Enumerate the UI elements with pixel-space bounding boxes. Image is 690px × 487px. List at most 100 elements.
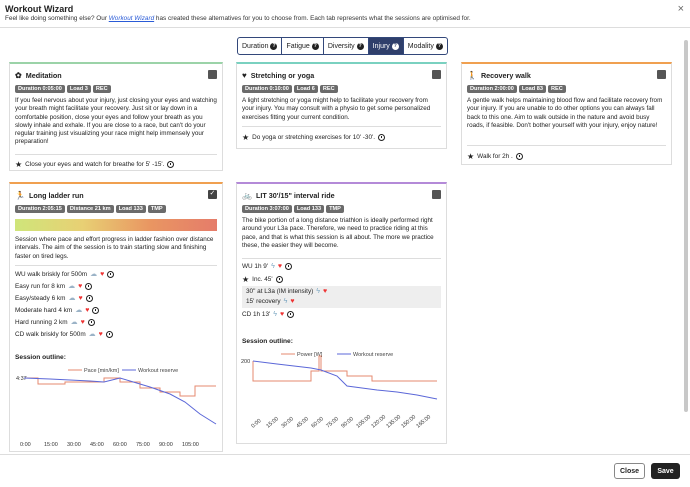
session-card-recovery-walk[interactable]: 🚶 Recovery walk Duration 2:00:00 Load 83 …: [461, 62, 672, 165]
workout-wizard-link[interactable]: Workout Wizard: [109, 15, 154, 22]
tip-row: ★ Close your eyes and watch for breathe f…: [15, 160, 175, 169]
load-badge: Load 83: [518, 85, 546, 93]
clock-icon: [287, 311, 295, 318]
x-tick: 75:00: [136, 442, 150, 448]
heart-icon: ♥: [242, 71, 247, 80]
clock-icon: [275, 276, 283, 283]
tab-label: Injury: [372, 42, 390, 50]
step-row: 15' recovery ϟ ♥: [246, 298, 294, 305]
tip-text: Do yoga or stretching exercises for 10' …: [252, 134, 376, 141]
save-button[interactable]: Save: [651, 463, 680, 479]
tip-row: ★ Do yoga or stretching exercises for 10'…: [242, 133, 386, 142]
dialog-subtitle: Feel like doing something else? Our Work…: [5, 15, 471, 22]
clock-icon: [284, 263, 292, 270]
step-text: WU 1h 9': [242, 263, 269, 270]
type-badge: REC: [92, 85, 111, 93]
tip-text: Walk for 2h .: [477, 153, 513, 160]
help-icon[interactable]: ?: [391, 42, 399, 50]
session-outline-chart: Power [W] Workout reserve 200 0:00 15:00…: [241, 352, 438, 430]
close-button[interactable]: Close: [614, 463, 645, 479]
duration-badge: Duration 0:05:00: [15, 85, 65, 93]
load-badge: Load 3: [66, 85, 91, 93]
duration-badge: Duration 2:05:15: [15, 205, 65, 213]
x-tick: 165:00: [415, 414, 432, 429]
card-title-text: Stretching or yoga: [250, 71, 315, 80]
x-tick: 30:00: [280, 416, 294, 429]
session-card-long-ladder-run[interactable]: 🏃Long ladder run Duration 2:05:15 Distan…: [9, 182, 223, 452]
clock-icon: [107, 270, 115, 278]
close-icon[interactable]: ×: [678, 3, 684, 15]
y-axis-label: 200: [241, 359, 250, 365]
select-checkbox[interactable]: [208, 189, 217, 199]
type-badge: TMP: [326, 205, 344, 213]
walking-icon: 🚶: [467, 71, 477, 80]
step-text: CD walk briskly for 500m: [15, 330, 86, 338]
session-card-meditation[interactable]: ✿ Meditation Duration 0:05:00 Load 3 REC …: [9, 62, 223, 171]
intensity-gradient-bar: [15, 219, 217, 231]
tab-diversity[interactable]: Diversity?: [322, 37, 369, 55]
x-tick: 105:00: [182, 442, 199, 448]
cloud-icon: ☁: [90, 271, 98, 278]
cloud-icon: ☁: [68, 295, 76, 302]
cloud-icon: ☁: [75, 307, 83, 314]
badge-row: Duration 2:05:15 Distance 21 km Load 133…: [15, 205, 166, 213]
step-row: Hard running 2 km ☁ ♥: [15, 318, 95, 326]
tab-fatigue[interactable]: Fatigue?: [281, 37, 324, 55]
session-card-lit-interval-ride[interactable]: 🚲 LIT 30'/15" interval ride Duration 3:07…: [236, 182, 447, 444]
step-row: 30" at L3a (IM intensity) ϟ ♥: [246, 288, 327, 295]
select-checkbox[interactable]: [432, 70, 441, 79]
select-checkbox[interactable]: [657, 70, 666, 79]
select-checkbox[interactable]: [432, 190, 441, 199]
heart-icon: ♥: [100, 270, 105, 278]
tab-injury[interactable]: Injury?: [367, 37, 404, 55]
step-row: WU 1h 9' ϟ ♥: [242, 263, 292, 270]
dialog-title: Workout Wizard: [5, 4, 74, 14]
bolt-icon: ϟ: [283, 298, 288, 305]
tab-modality[interactable]: Modality?: [402, 37, 448, 55]
optimisation-tabs: Duration? Fatigue? Diversity? Injury? Mo…: [237, 37, 448, 55]
load-badge: Load 133: [293, 205, 325, 213]
tab-label: Fatigue: [286, 42, 310, 50]
step-row: CD 1h 13' ϟ ♥: [242, 311, 295, 318]
card-title: 🚶 Recovery walk: [467, 71, 531, 80]
heart-icon: ♥: [78, 294, 83, 302]
badge-row: Duration 0:10:00 Load 6 REC: [242, 85, 338, 93]
card-description: If you feel nervous about your injury, j…: [15, 97, 217, 146]
help-icon[interactable]: ?: [311, 42, 319, 50]
power-series-line: [252, 355, 437, 382]
help-icon[interactable]: ?: [435, 42, 443, 50]
step-text: Hard running 2 km: [15, 318, 68, 326]
badge-row: Duration 0:05:00 Load 3 REC: [15, 85, 111, 93]
x-tick: 135:00: [385, 414, 402, 429]
tab-label: Diversity: [327, 42, 355, 50]
workout-reserve-series-line: [23, 377, 217, 425]
heart-icon: ♥: [78, 282, 83, 290]
step-text: Easy/steady 6 km: [15, 294, 66, 302]
step-text: CD 1h 13': [242, 311, 271, 318]
duration-badge: Duration 2:00:00: [467, 85, 517, 93]
card-title-text: Recovery walk: [480, 71, 531, 80]
pace-series-line: [24, 377, 216, 397]
session-card-stretching[interactable]: ♥ Stretching or yoga Duration 0:10:00 Loa…: [236, 62, 447, 149]
star-icon: ★: [242, 133, 250, 142]
x-tick: 75:00: [325, 416, 339, 429]
session-outline-title: Session outline:: [242, 338, 293, 345]
duration-badge: Duration 0:10:00: [242, 85, 292, 93]
tab-duration[interactable]: Duration?: [237, 37, 283, 55]
help-icon[interactable]: ?: [356, 42, 364, 50]
star-icon: ★: [15, 160, 23, 169]
step-text: 30" at L3a (IM intensity): [246, 288, 314, 295]
step-text: WU walk briskly for 500m: [15, 270, 88, 278]
distance-badge: Distance 21 km: [66, 205, 114, 213]
tab-label: Modality: [407, 42, 434, 50]
card-title: ✿ Meditation: [15, 71, 62, 80]
select-checkbox[interactable]: [208, 70, 217, 79]
card-description: The bike portion of a long distance tria…: [242, 217, 434, 249]
help-icon[interactable]: ?: [270, 42, 278, 50]
divider: [242, 258, 441, 259]
workout-wizard-dialog: Workout Wizard Feel like doing something…: [0, 0, 690, 487]
badge-row: Duration 2:00:00 Load 83 REC: [467, 85, 566, 93]
step-text: Moderate hard 4 km: [15, 306, 73, 314]
type-badge: REC: [319, 85, 338, 93]
scrollbar[interactable]: [684, 40, 688, 412]
